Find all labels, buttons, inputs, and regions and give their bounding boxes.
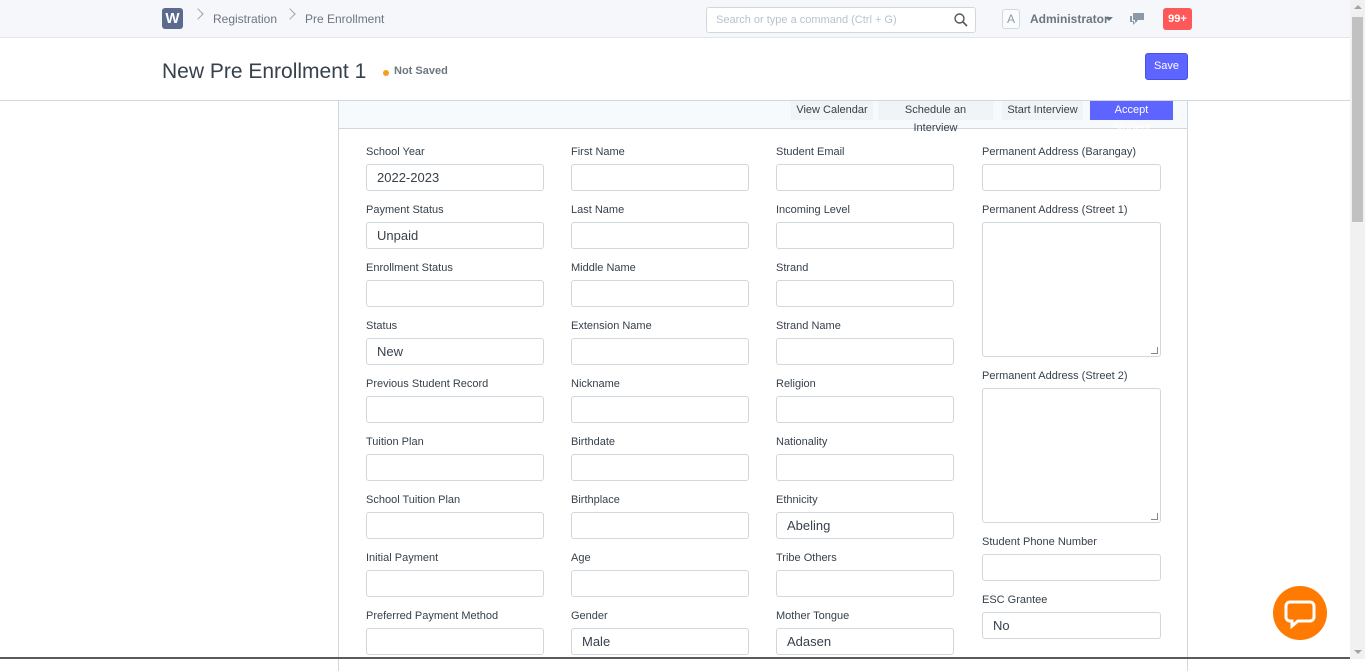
chevron-right-icon: [284, 8, 296, 20]
tribe-others-label: Tribe Others: [776, 552, 837, 564]
tuition-plan-label: Tuition Plan: [366, 436, 424, 448]
view-calendar-button[interactable]: View Calendar: [791, 101, 873, 120]
gender-label: Gender: [571, 610, 608, 622]
strand-field[interactable]: [776, 280, 954, 307]
enrollment-status-field[interactable]: [366, 280, 544, 307]
school-year-label: School Year: [366, 146, 425, 158]
start-interview-button[interactable]: Start Interview: [1002, 101, 1083, 120]
gender-field[interactable]: Male: [571, 628, 749, 655]
ethnicity-label: Ethnicity: [776, 494, 818, 506]
breadcrumb-pre-enrollment[interactable]: Pre Enrollment: [305, 12, 384, 26]
esc-grantee-label: ESC Grantee: [982, 594, 1048, 606]
birthplace-label: Birthplace: [571, 494, 620, 506]
strand-name-field[interactable]: [776, 338, 954, 365]
breadcrumb-registration[interactable]: Registration: [213, 12, 277, 26]
previous-student-record-label: Previous Student Record: [366, 378, 489, 390]
scroll-up-icon[interactable]: [1354, 5, 1362, 9]
unsaved-indicator-dot: [383, 70, 389, 76]
extension-name-field[interactable]: [571, 338, 749, 365]
nickname-label: Nickname: [571, 378, 620, 390]
strand-label: Strand: [776, 262, 809, 274]
save-button[interactable]: Save: [1145, 53, 1188, 80]
birthplace-field[interactable]: [571, 512, 749, 539]
first-name-label: First Name: [571, 146, 625, 158]
middle-name-label: Middle Name: [571, 262, 636, 274]
student-email-label: Student Email: [776, 146, 845, 158]
incoming-level-label: Incoming Level: [776, 204, 850, 216]
birthdate-field[interactable]: [571, 454, 749, 481]
street1-label: Permanent Address (Street 1): [982, 204, 1128, 216]
status-label: Status: [366, 320, 398, 332]
chevron-down-icon[interactable]: [1105, 17, 1113, 21]
strand-name-label: Strand Name: [776, 320, 841, 332]
app-logo[interactable]: W: [162, 8, 183, 29]
chevron-right-icon: [192, 8, 204, 20]
school-tuition-plan-field[interactable]: [366, 512, 544, 539]
scrollbar-thumb[interactable]: [1352, 17, 1363, 222]
school-year-field[interactable]: 2022-2023: [366, 164, 544, 191]
page-title: New Pre Enrollment 1: [162, 60, 367, 83]
student-email-field[interactable]: [776, 164, 954, 191]
last-name-field[interactable]: [571, 222, 749, 249]
religion-label: Religion: [776, 378, 816, 390]
nationality-label: Nationality: [776, 436, 828, 448]
resize-handle[interactable]: [1151, 513, 1158, 520]
preferred-payment-method-label: Preferred Payment Method: [366, 610, 499, 622]
status-field[interactable]: New: [366, 338, 544, 365]
form-toolbar: View Calendar Schedule an Interview Star…: [339, 101, 1187, 134]
birthdate-label: Birthdate: [571, 436, 616, 448]
schedule-interview-button[interactable]: Schedule an Interview: [878, 101, 993, 134]
street2-label: Permanent Address (Street 2): [982, 370, 1128, 382]
payment-status-field[interactable]: Unpaid: [366, 222, 544, 249]
age-field[interactable]: [571, 570, 749, 597]
resize-handle[interactable]: [1151, 347, 1158, 354]
religion-field[interactable]: [776, 396, 954, 423]
notification-badge[interactable]: 99+: [1163, 8, 1192, 30]
incoming-level-field[interactable]: [776, 222, 954, 249]
page-scrollbar[interactable]: [1350, 0, 1365, 659]
barangay-label: Permanent Address (Barangay): [982, 146, 1137, 158]
previous-student-record-field[interactable]: [366, 396, 544, 423]
accept-student-button[interactable]: Accept Student: [1090, 101, 1173, 134]
age-label: Age: [571, 552, 591, 564]
payment-status-label: Payment Status: [366, 204, 444, 216]
status-badge: Not Saved: [394, 65, 448, 77]
initial-payment-label: Initial Payment: [366, 552, 439, 564]
esc-grantee-field[interactable]: No: [982, 612, 1161, 639]
mother-tongue-label: Mother Tongue: [776, 610, 850, 622]
search-icon[interactable]: [953, 12, 969, 28]
street1-textarea[interactable]: [982, 222, 1161, 357]
search-input[interactable]: Search or type a command (Ctrl + G): [706, 7, 976, 33]
user-menu[interactable]: Administrator: [1030, 12, 1109, 26]
school-tuition-plan-label: School Tuition Plan: [366, 494, 461, 506]
tribe-others-field[interactable]: [776, 570, 954, 597]
first-name-field[interactable]: [571, 164, 749, 191]
phone-label: Student Phone Number: [982, 536, 1097, 548]
extension-name-label: Extension Name: [571, 320, 652, 332]
ethnicity-field[interactable]: Abeling: [776, 512, 954, 539]
chat-widget-button[interactable]: [1273, 586, 1327, 640]
avatar[interactable]: A: [1002, 9, 1020, 29]
phone-field[interactable]: [982, 554, 1161, 581]
search-placeholder: Search or type a command (Ctrl + G): [716, 14, 897, 26]
chat-icon[interactable]: [1129, 12, 1145, 26]
form-card: View Calendar Schedule an Interview Star…: [338, 101, 1188, 671]
page-header: New Pre Enrollment 1 Not Saved Save: [0, 38, 1350, 101]
preferred-payment-method-field[interactable]: [366, 628, 544, 655]
nickname-field[interactable]: [571, 396, 749, 423]
last-name-label: Last Name: [571, 204, 625, 216]
tuition-plan-field[interactable]: [366, 454, 544, 481]
nationality-field[interactable]: [776, 454, 954, 481]
scroll-down-icon[interactable]: [1354, 650, 1362, 654]
barangay-field[interactable]: [982, 164, 1161, 191]
chat-bubble-icon: [1284, 600, 1316, 630]
mother-tongue-field[interactable]: Adasen: [776, 628, 954, 655]
enrollment-status-label: Enrollment Status: [366, 262, 453, 274]
street2-textarea[interactable]: [982, 388, 1161, 523]
middle-name-field[interactable]: [571, 280, 749, 307]
navbar: W Registration Pre Enrollment Search or …: [0, 0, 1350, 38]
initial-payment-field[interactable]: [366, 570, 544, 597]
